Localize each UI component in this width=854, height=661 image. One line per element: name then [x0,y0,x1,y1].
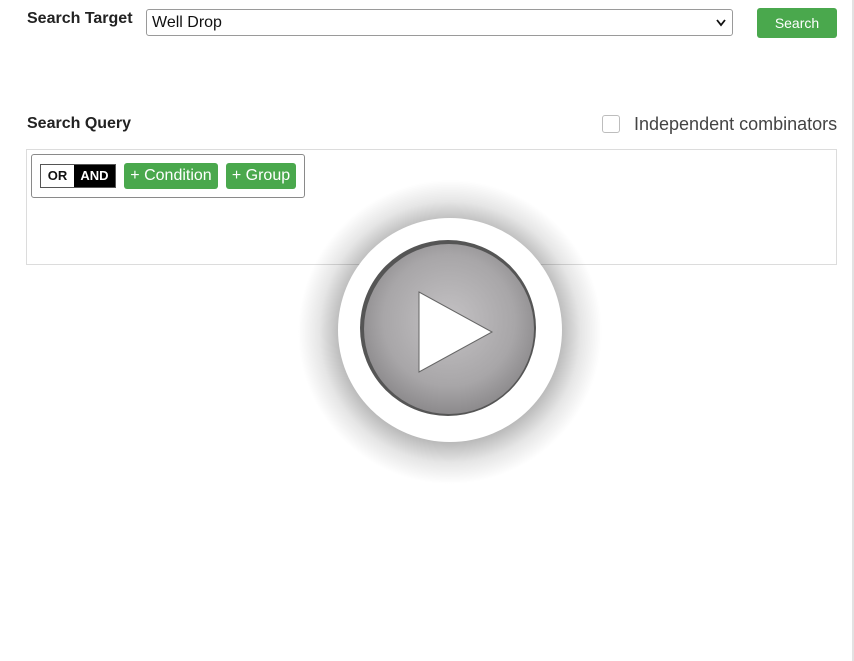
search-button[interactable]: Search [757,8,837,38]
independent-combinators-checkbox[interactable] [602,115,620,133]
search-target-value: Well Drop [152,14,222,31]
independent-combinators-label[interactable]: Independent combinators [634,114,837,135]
chevron-down-icon [716,19,726,27]
add-group-button[interactable]: + Group [226,163,296,189]
search-query-label: Search Query [27,115,132,132]
page: Search Target Well Drop Search Search Qu… [0,0,854,661]
combinator-toggle[interactable]: OR AND [40,164,116,188]
combinator-and-option[interactable]: AND [74,165,115,187]
search-target-label: Search Target [27,10,133,27]
combinator-or-option[interactable]: OR [41,165,74,187]
search-target-select[interactable]: Well Drop [146,9,733,36]
play-icon[interactable] [298,180,602,484]
add-condition-button[interactable]: + Condition [124,163,218,189]
